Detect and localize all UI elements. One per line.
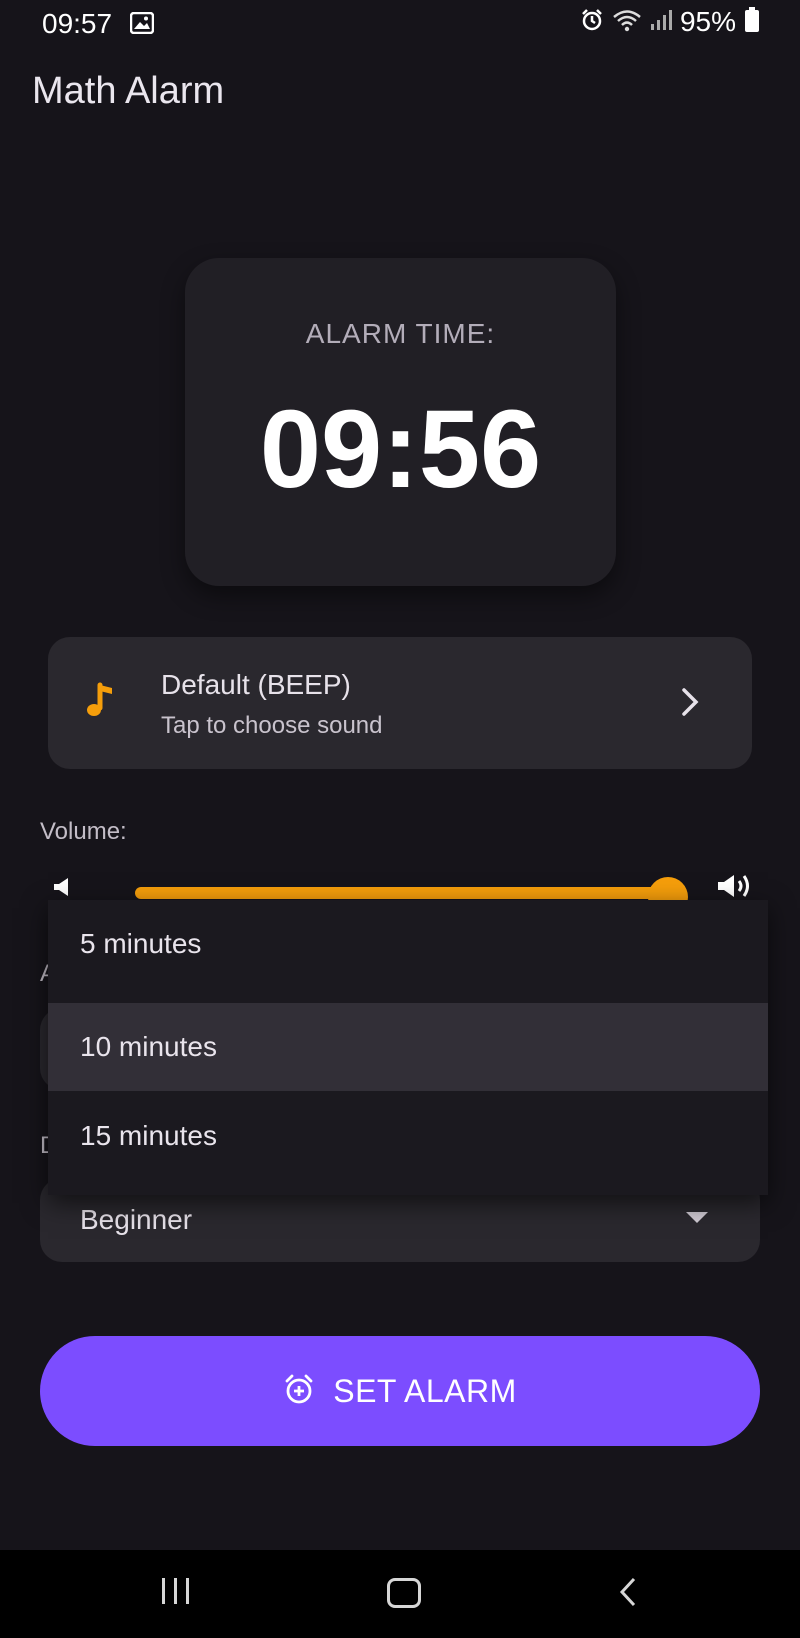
navigation-bar: [0, 1550, 800, 1638]
menu-item-15-minutes[interactable]: 15 minutes: [48, 1092, 768, 1180]
status-icons: 95%: [580, 6, 760, 38]
volume-slider-track[interactable]: [135, 887, 668, 899]
battery-icon: [744, 6, 760, 38]
alarm-time-label: ALARM TIME:: [305, 318, 496, 349]
sound-selector[interactable]: Default (BEEP) Tap to choose sound: [48, 637, 752, 769]
sound-title: Default (BEEP): [161, 669, 351, 700]
alarm-icon: [580, 8, 604, 37]
home-button[interactable]: [387, 1578, 421, 1608]
sound-subtitle: Tap to choose sound: [161, 712, 383, 739]
alarm-time-value[interactable]: 09:56: [185, 386, 616, 513]
alarm-time-card[interactable]: ALARM TIME: 09:56: [185, 258, 616, 586]
set-alarm-button[interactable]: SET ALARM: [40, 1336, 760, 1446]
status-time: 09:57: [42, 8, 113, 39]
menu-item-label: 15 minutes: [80, 1120, 217, 1151]
set-alarm-label: SET ALARM: [333, 1372, 517, 1409]
back-button[interactable]: [618, 1576, 638, 1613]
volume-low-icon: [52, 876, 74, 903]
app-title: Math Alarm: [32, 70, 225, 112]
music-note-icon: [86, 681, 116, 724]
menu-item-label: 5 minutes: [80, 928, 202, 959]
battery-percent: 95%: [679, 6, 736, 37]
volume-label: Volume:: [40, 818, 127, 845]
alarm-add-icon: [283, 1373, 315, 1410]
chevron-right-icon: [680, 687, 700, 722]
gallery-icon: [129, 11, 155, 39]
snooze-duration-menu: 5 minutes 10 minutes 15 minutes: [48, 900, 768, 1195]
menu-item-10-minutes[interactable]: 10 minutes: [48, 1003, 768, 1091]
menu-item-5-minutes[interactable]: 5 minutes: [48, 900, 768, 988]
menu-item-label: 10 minutes: [80, 1031, 217, 1062]
difficulty-value: Beginner: [80, 1204, 193, 1235]
wifi-icon: [612, 8, 642, 37]
signal-icon: [650, 9, 672, 36]
dropdown-arrow-icon: [686, 1212, 708, 1223]
recents-button[interactable]: [162, 1578, 189, 1604]
